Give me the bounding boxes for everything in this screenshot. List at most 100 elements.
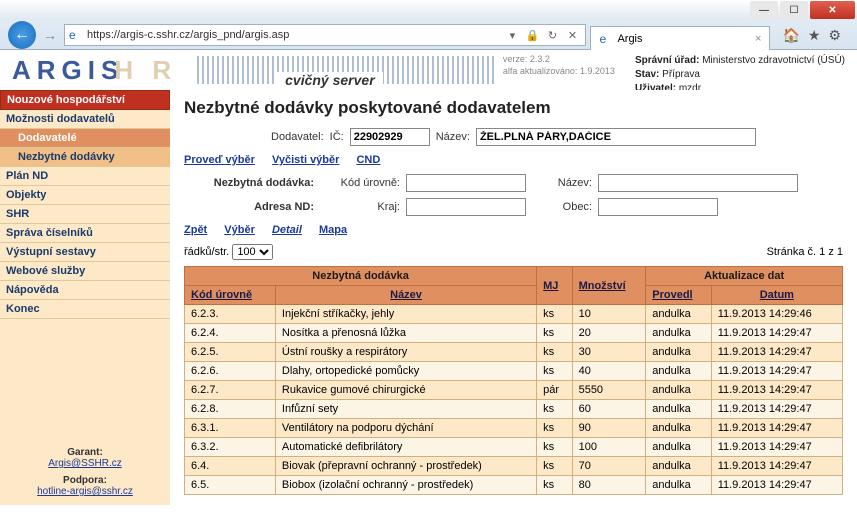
nazev2-input[interactable]: [598, 174, 798, 192]
sidebar-item-sprava[interactable]: Správa číselníků: [0, 224, 170, 243]
garant-link[interactable]: Argis@SSHR.cz: [48, 458, 122, 469]
obec-input[interactable]: [598, 198, 718, 216]
nazev-input[interactable]: [476, 128, 756, 146]
window-minimize-button[interactable]: —: [750, 1, 778, 19]
cell-prov: andulka: [646, 343, 711, 362]
sidebar-item-napoveda[interactable]: Nápověda: [0, 281, 170, 300]
table-row[interactable]: 6.2.3.Injekční stříkačky, jehlyks10andul…: [185, 305, 843, 324]
sidebar: Nouzové hospodářství Možnosti dodavatelů…: [0, 90, 170, 505]
logo: ARGIS: [12, 55, 124, 86]
cell-mj: ks: [537, 438, 572, 457]
cell-mj: ks: [537, 400, 572, 419]
cell-prov: andulka: [646, 419, 711, 438]
link-proved-vyber[interactable]: Proveď výběr: [184, 154, 255, 166]
nazev-label: Název:: [436, 131, 470, 143]
browser-navbar: ← → e https://argis-c.sshr.cz/argis_pnd/…: [0, 20, 857, 50]
obec-label: Obec:: [532, 201, 592, 213]
th-provedl[interactable]: Provedl: [646, 286, 711, 305]
rows-label: řádků/str.: [184, 246, 229, 258]
cell-mnoz: 30: [572, 343, 646, 362]
cell-mj: ks: [537, 305, 572, 324]
main-content: Nezbytné dodávky poskytované dodavatelem…: [170, 90, 857, 505]
table-row[interactable]: 6.2.7.Rukavice gumové chirurgicképár5550…: [185, 381, 843, 400]
cell-mnoz: 60: [572, 400, 646, 419]
link-cnd[interactable]: CND: [356, 154, 380, 166]
sidebar-item-webove[interactable]: Webové služby: [0, 262, 170, 281]
cell-kod: 6.3.1.: [185, 419, 276, 438]
sidebar-item-vystupni[interactable]: Výstupní sestavy: [0, 243, 170, 262]
sidebar-item-nezbytne[interactable]: Nezbytné dodávky: [0, 148, 170, 167]
dropdown-icon[interactable]: ▾: [503, 26, 521, 44]
table-row[interactable]: 6.2.6.Dlahy, ortopedické pomůckyks40andu…: [185, 362, 843, 381]
sidebar-item-konec[interactable]: Konec: [0, 300, 170, 319]
sidebar-item-shr[interactable]: SHR: [0, 205, 170, 224]
table-row[interactable]: 6.5.Biobox (izolační ochranný - prostřed…: [185, 476, 843, 495]
address-bar[interactable]: e https://argis-c.sshr.cz/argis_pnd/argi…: [64, 24, 586, 46]
table-row[interactable]: 6.2.4.Nosítka a přenosná lůžkaks20andulk…: [185, 324, 843, 343]
cell-prov: andulka: [646, 362, 711, 381]
sidebar-item-moznosti[interactable]: Možnosti dodavatelů: [0, 110, 170, 129]
th-group-nd: Nezbytná dodávka: [185, 267, 537, 286]
cell-nazev: Rukavice gumové chirurgické: [275, 381, 536, 400]
cell-mnoz: 40: [572, 362, 646, 381]
link-vyber[interactable]: Výběr: [224, 224, 255, 236]
window-maximize-button[interactable]: ☐: [780, 1, 808, 19]
sidebar-section-nouzove: Nouzové hospodářství: [0, 90, 170, 110]
kod-input[interactable]: [406, 174, 526, 192]
gear-icon[interactable]: ⚙: [828, 27, 841, 44]
th-mj[interactable]: MJ: [537, 267, 572, 305]
home-icon[interactable]: 🏠: [782, 27, 799, 44]
page-info: Stránka č. 1 z 1: [767, 246, 843, 258]
stop-icon[interactable]: ✕: [563, 26, 581, 44]
browser-toolbar: 🏠 ★ ⚙: [774, 27, 849, 44]
favorites-icon[interactable]: ★: [808, 27, 821, 44]
refresh-icon[interactable]: ↻: [543, 26, 561, 44]
th-datum[interactable]: Datum: [711, 286, 842, 305]
cell-mnoz: 100: [572, 438, 646, 457]
browser-tab[interactable]: e Argis ×: [590, 26, 770, 50]
window-titlebar: — ☐ ✕: [0, 0, 857, 20]
state-value: Příprava: [662, 69, 700, 80]
kraj-label: Kraj:: [320, 201, 400, 213]
link-detail[interactable]: Detail: [272, 224, 302, 236]
forward-button[interactable]: →: [40, 25, 60, 45]
back-button[interactable]: ←: [8, 21, 36, 49]
table-row[interactable]: 6.3.2.Automatické defibrilátoryks100andu…: [185, 438, 843, 457]
cell-mnoz: 5550: [572, 381, 646, 400]
cell-datum: 11.9.2013 14:29:47: [711, 476, 842, 495]
th-nazev[interactable]: Název: [275, 286, 536, 305]
cell-mnoz: 20: [572, 324, 646, 343]
podpora-link[interactable]: hotline-argis@sshr.cz: [37, 486, 133, 497]
adresa-label: Adresa ND:: [184, 201, 314, 213]
table-row[interactable]: 6.2.8.Infůzní setyks60andulka11.9.2013 1…: [185, 400, 843, 419]
th-mnozstvi[interactable]: Množství: [572, 267, 646, 305]
app-header: ARGIS H R cvičný server verze: 2.3.2 alf…: [0, 50, 857, 90]
cell-nazev: Nosítka a přenosná lůžka: [275, 324, 536, 343]
cell-mnoz: 80: [572, 476, 646, 495]
data-table: Nezbytná dodávka MJ Množství Aktualizace…: [184, 266, 843, 495]
page-title: Nezbytné dodávky poskytované dodavatelem: [184, 98, 843, 118]
ic-input[interactable]: [350, 128, 430, 146]
link-mapa[interactable]: Mapa: [319, 224, 347, 236]
cell-mj: ks: [537, 419, 572, 438]
cell-mnoz: 90: [572, 419, 646, 438]
link-zpet[interactable]: Zpět: [184, 224, 207, 236]
window-close-button[interactable]: ✕: [810, 1, 855, 19]
table-row[interactable]: 6.2.5.Ústní roušky a respirátoryks30andu…: [185, 343, 843, 362]
table-row[interactable]: 6.4.Biovak (přepravní ochranný - prostře…: [185, 457, 843, 476]
th-kod[interactable]: Kód úrovně: [185, 286, 276, 305]
sidebar-item-plan[interactable]: Plán ND: [0, 167, 170, 186]
th-group-akt: Aktualizace dat: [646, 267, 843, 286]
table-row[interactable]: 6.3.1.Ventilátory na podporu dýcháníks90…: [185, 419, 843, 438]
ie-icon: e: [599, 32, 613, 46]
sidebar-item-dodavatele[interactable]: Dodavatelé: [0, 129, 170, 148]
cell-kod: 6.3.2.: [185, 438, 276, 457]
cell-prov: andulka: [646, 457, 711, 476]
kraj-input[interactable]: [406, 198, 526, 216]
rows-select[interactable]: 100: [232, 244, 273, 260]
cell-kod: 6.2.3.: [185, 305, 276, 324]
link-vycisti-vyber[interactable]: Vyčisti výběr: [272, 154, 339, 166]
sidebar-item-objekty[interactable]: Objekty: [0, 186, 170, 205]
browser-chrome: — ☐ ✕ ← → e https://argis-c.sshr.cz/argi…: [0, 0, 857, 50]
tab-close-icon[interactable]: ×: [755, 33, 761, 45]
